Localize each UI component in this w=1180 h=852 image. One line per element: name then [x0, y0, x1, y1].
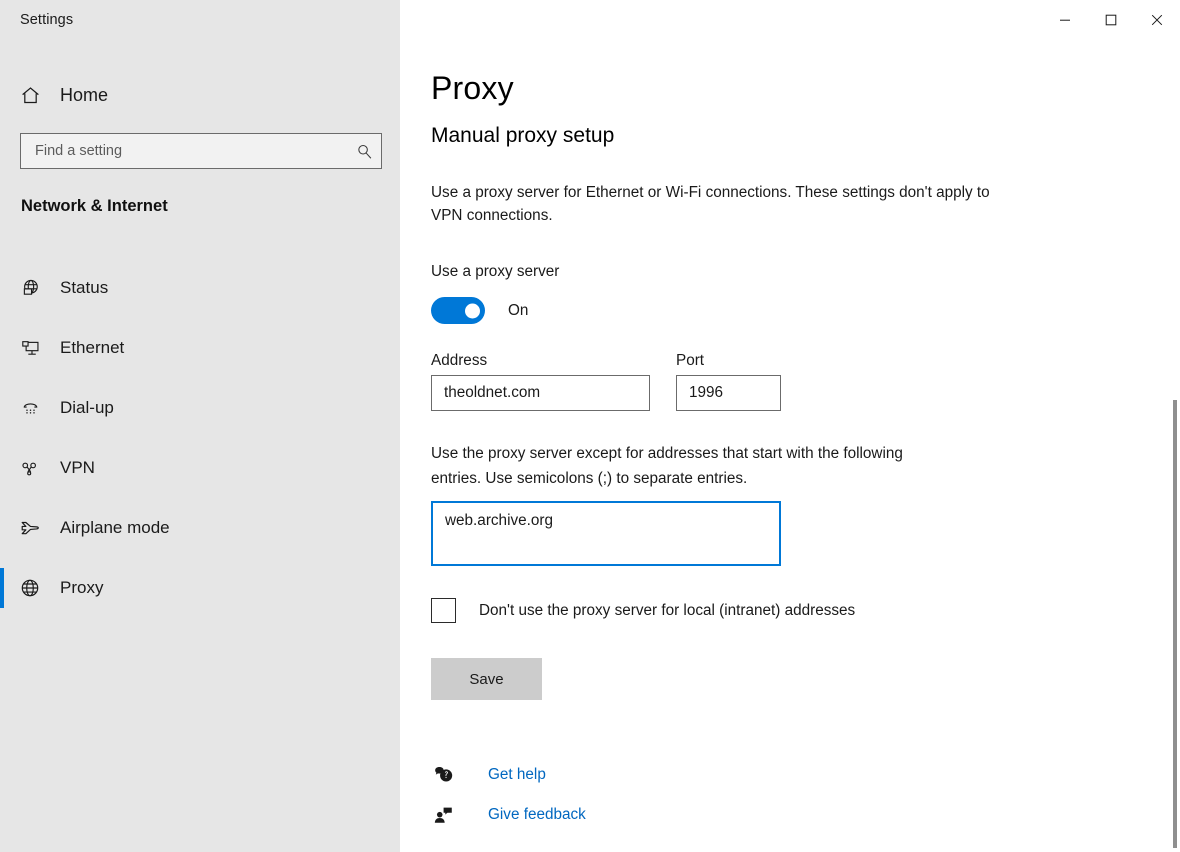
sidebar-item-vpn[interactable]: VPN: [0, 438, 400, 498]
close-button[interactable]: [1134, 0, 1180, 40]
use-proxy-toggle-row: On: [431, 297, 528, 324]
help-chat-icon: [431, 766, 457, 784]
sidebar-item-proxy-label: Proxy: [60, 578, 104, 597]
get-help-label: Get help: [488, 766, 546, 783]
home-icon: [17, 85, 43, 106]
section-heading: Manual proxy setup: [431, 124, 615, 147]
sidebar-item-airplane-mode-label: Airplane mode: [60, 518, 170, 537]
sidebar-item-ethernet[interactable]: Ethernet: [0, 318, 400, 378]
toggle-state-label: On: [508, 301, 529, 319]
exceptions-description: Use the proxy server except for addresse…: [431, 445, 903, 487]
sidebar-item-home[interactable]: Home: [0, 74, 400, 116]
sidebar-item-dialup-label: Dial-up: [60, 398, 114, 417]
toggle-knob: [465, 303, 480, 318]
sidebar-item-vpn-label: VPN: [60, 458, 95, 477]
airplane-icon: [16, 517, 44, 539]
sidebar-item-dialup[interactable]: Dial-up: [0, 378, 400, 438]
search-icon[interactable]: [347, 143, 381, 160]
sidebar-item-home-label: Home: [60, 84, 109, 105]
use-proxy-toggle[interactable]: [431, 297, 485, 324]
give-feedback-label: Give feedback: [488, 806, 586, 823]
window-title: Settings: [20, 12, 74, 28]
sidebar-item-status[interactable]: Status: [0, 258, 400, 318]
selection-indicator: [0, 568, 4, 608]
maximize-button[interactable]: [1088, 0, 1134, 40]
exceptions-textarea[interactable]: web.archive.org: [431, 501, 781, 566]
globe-proxy-icon: [16, 577, 44, 599]
sidebar-item-airplane-mode[interactable]: Airplane mode: [0, 498, 400, 558]
address-label: Address: [431, 352, 488, 369]
sidebar-item-proxy[interactable]: Proxy: [0, 558, 400, 618]
vpn-key-icon: [16, 458, 44, 479]
window-controls: [1042, 0, 1180, 40]
settings-window: Settings Home Network & Internet: [0, 0, 1180, 852]
dialup-phone-icon: [16, 398, 44, 419]
sidebar: Settings Home Network & Internet: [0, 0, 400, 852]
address-input[interactable]: [431, 375, 650, 411]
globe-status-icon: [16, 278, 44, 299]
local-bypass-label: Don't use the proxy server for local (in…: [479, 601, 856, 619]
port-input[interactable]: [676, 375, 781, 411]
search-box[interactable]: [20, 133, 382, 169]
vertical-scrollbar[interactable]: [1173, 400, 1177, 848]
ethernet-monitor-icon: [16, 338, 44, 359]
local-bypass-checkbox[interactable]: [431, 598, 456, 623]
page-title: Proxy: [431, 70, 514, 106]
local-bypass-row: Don't use the proxy server for local (in…: [431, 598, 855, 623]
save-button[interactable]: Save: [431, 658, 542, 700]
give-feedback-link[interactable]: Give feedback: [431, 806, 586, 824]
sidebar-item-status-label: Status: [60, 278, 109, 297]
use-proxy-label: Use a proxy server: [431, 263, 560, 280]
get-help-link[interactable]: Get help: [431, 766, 546, 784]
sidebar-nav: Status Ethernet Dial-up VPN Airplane mod…: [0, 258, 400, 618]
minimize-button[interactable]: [1042, 0, 1088, 40]
search-input[interactable]: [21, 143, 347, 159]
sidebar-section-title: Network & Internet: [21, 197, 168, 215]
proxy-description: Use a proxy server for Ethernet or Wi-Fi…: [431, 184, 990, 224]
port-label: Port: [676, 352, 705, 369]
feedback-person-icon: [431, 806, 457, 824]
sidebar-item-ethernet-label: Ethernet: [60, 338, 125, 357]
main-content: Proxy Manual proxy setup Use a proxy ser…: [400, 0, 1180, 852]
